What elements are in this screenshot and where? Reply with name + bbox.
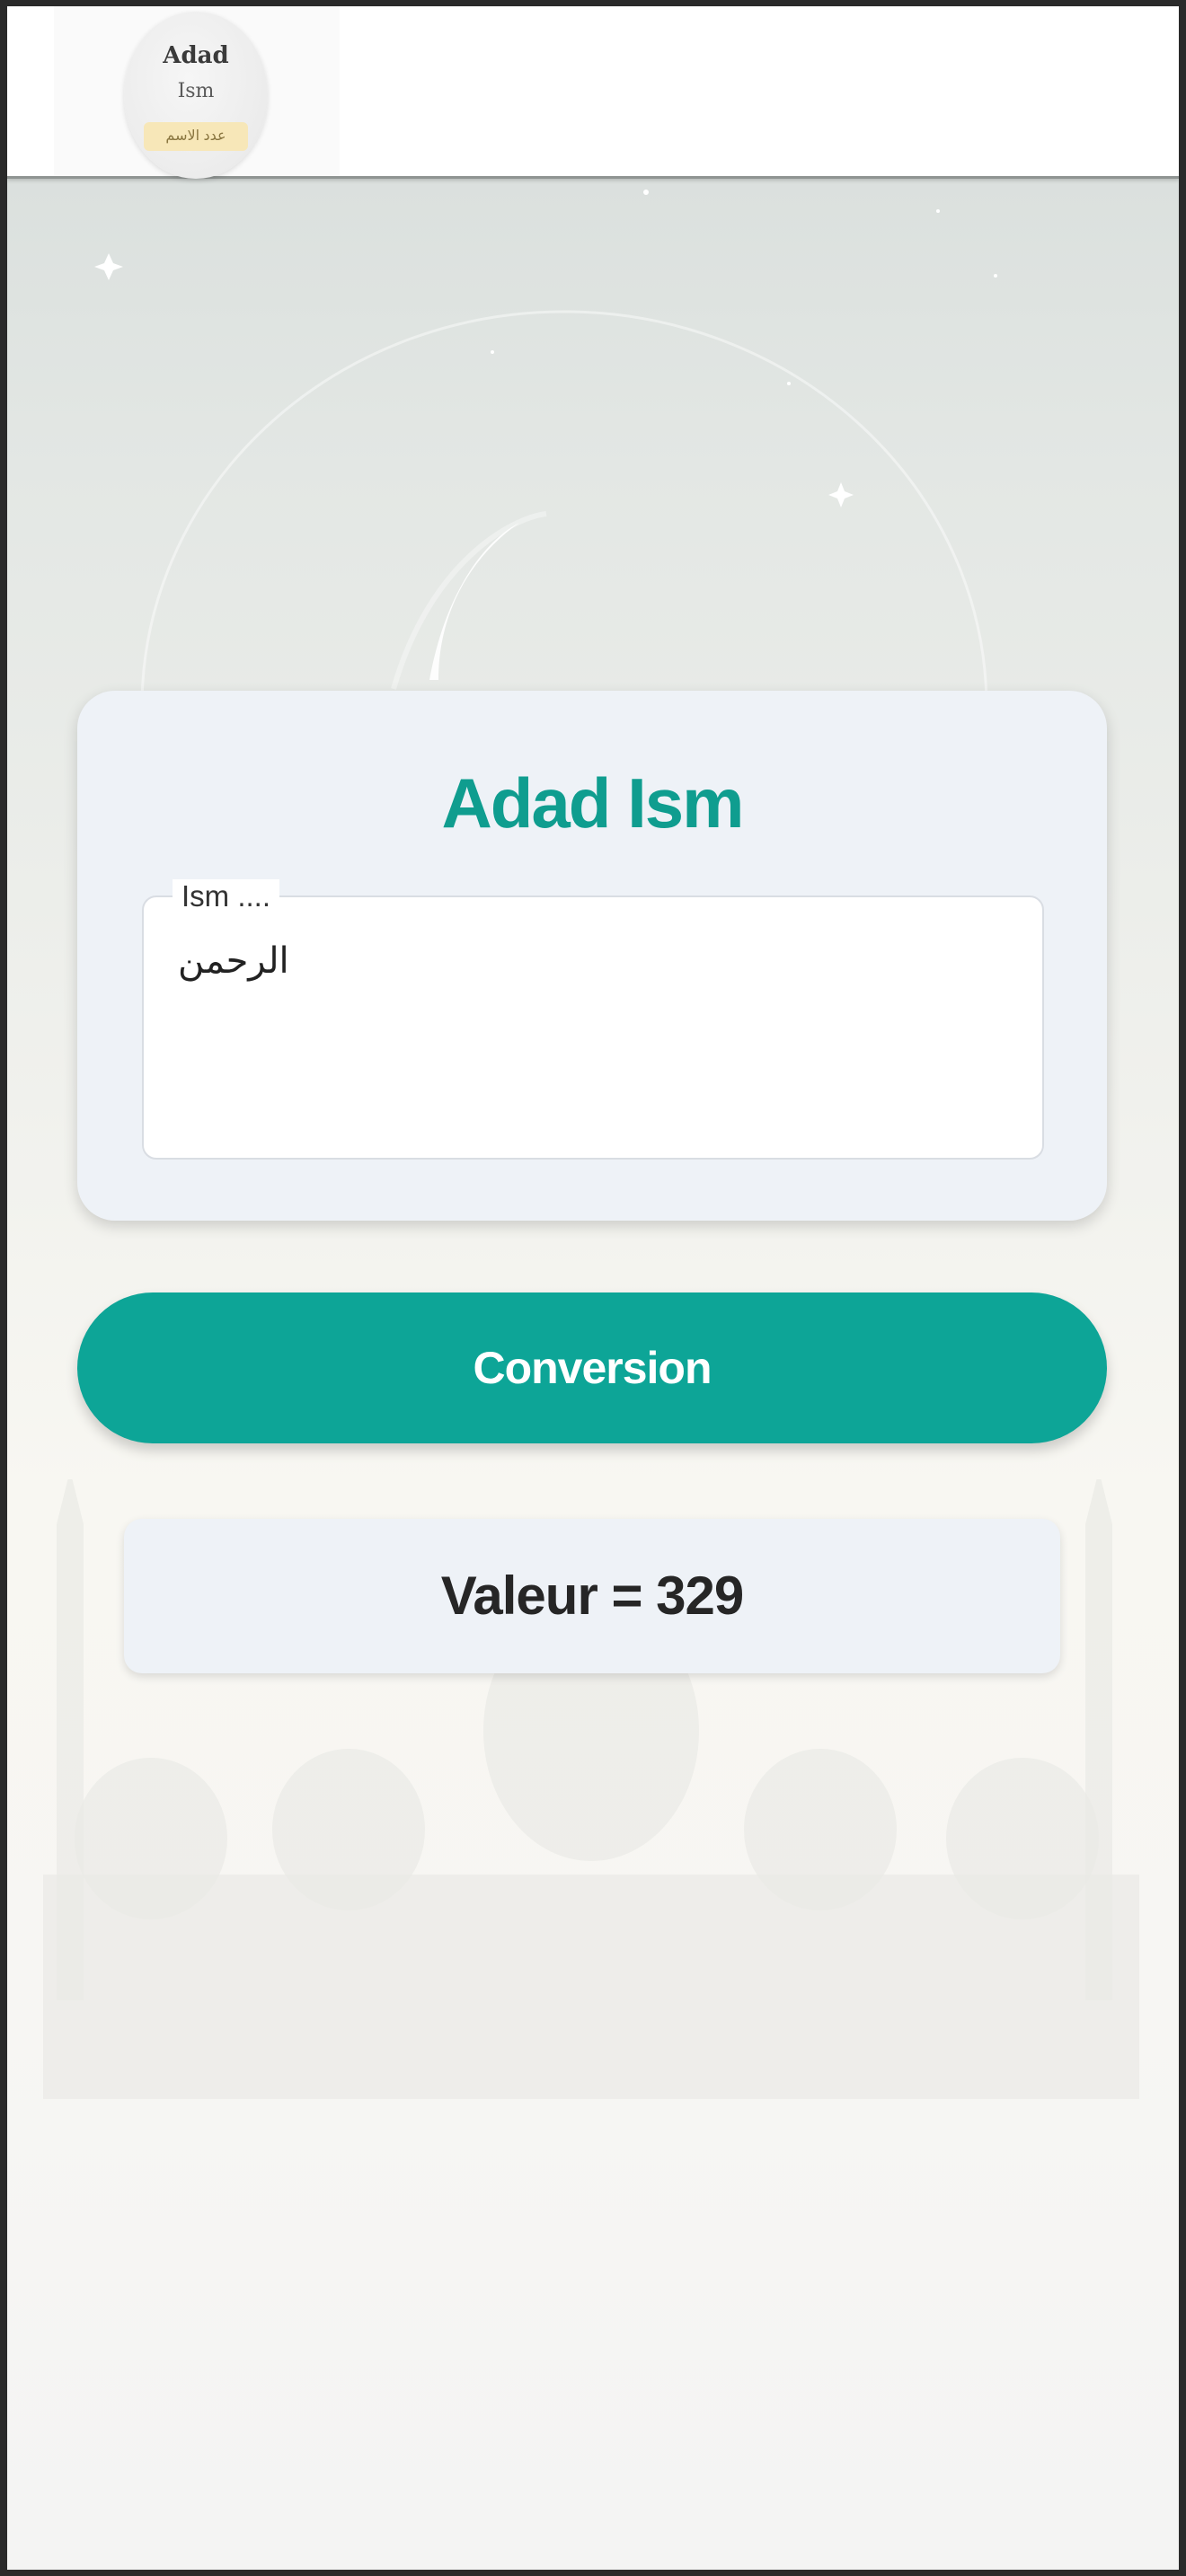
app-screen: Adad Ism عدد الاسم Adad Ism Ism .... الر… (7, 6, 1179, 2570)
name-input-label: Ism .... (173, 879, 279, 913)
top-bar: Adad Ism عدد الاسم (7, 6, 1179, 179)
name-input-field[interactable]: Ism .... الرحمن (142, 879, 1044, 1160)
app-logo[interactable]: Adad Ism عدد الاسم (124, 12, 268, 179)
result-box: Valeur = 329 (124, 1519, 1060, 1673)
logo-subtitle: Ism (177, 80, 215, 102)
logo-badge: عدد الاسم (144, 122, 248, 151)
logo-title: Adad (163, 42, 229, 69)
name-input-value[interactable]: الرحمن (178, 940, 289, 982)
conversion-button[interactable]: Conversion (77, 1292, 1107, 1443)
input-card: Adad Ism Ism .... الرحمن (77, 691, 1107, 1221)
logo-container: Adad Ism عدد الاسم (54, 6, 340, 179)
card-title: Adad Ism (441, 763, 744, 842)
